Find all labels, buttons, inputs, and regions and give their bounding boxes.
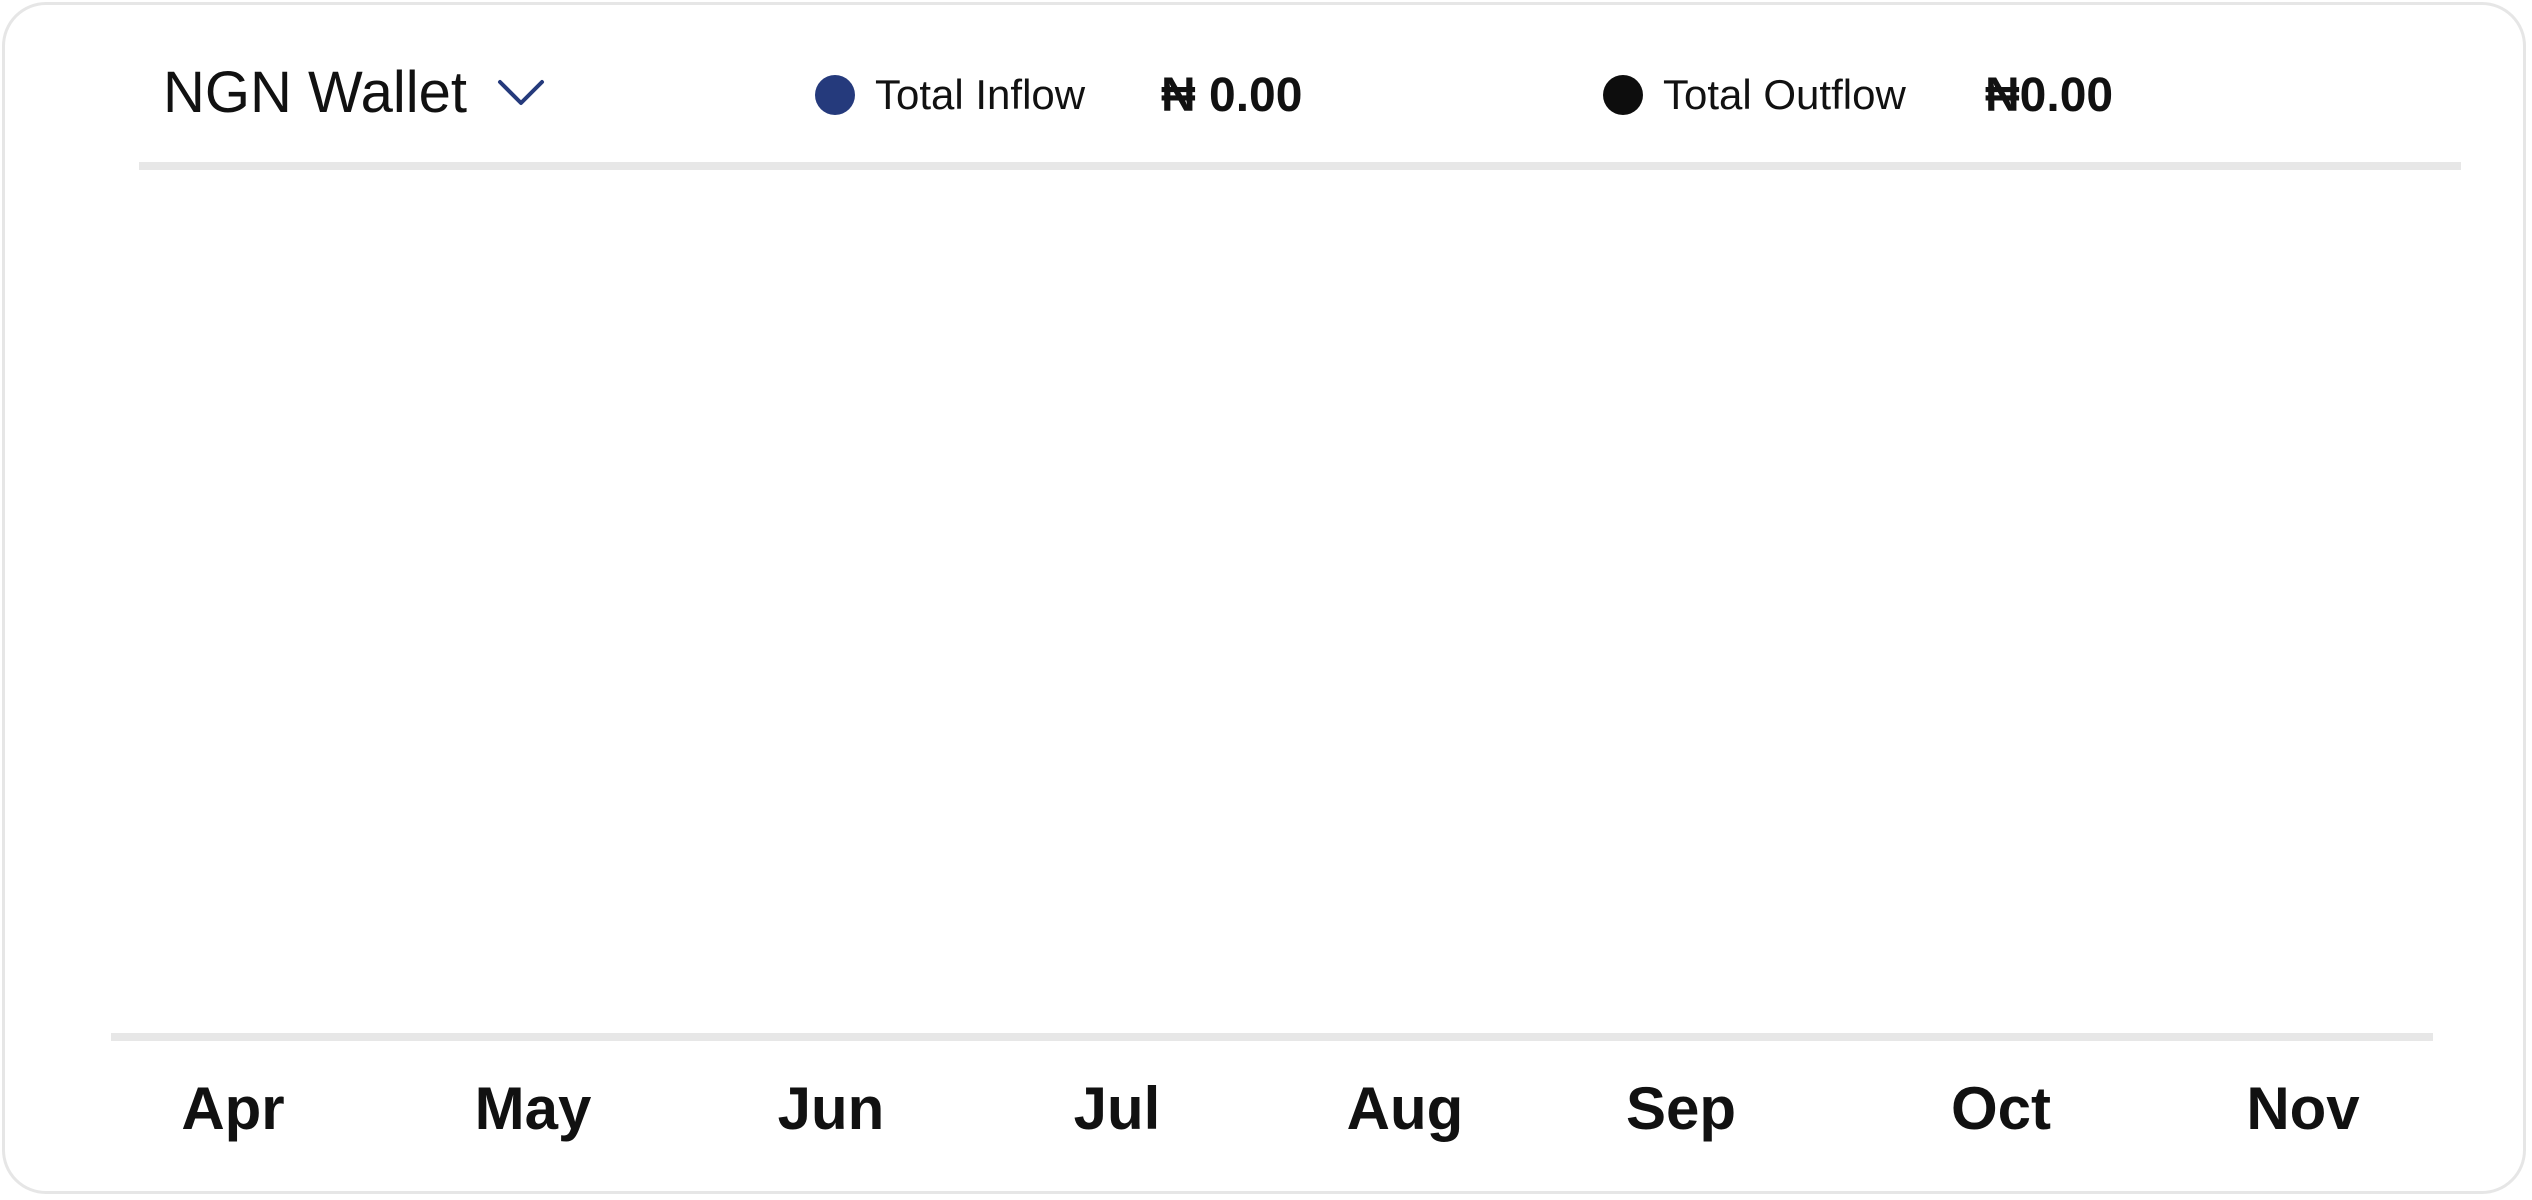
header-divider [139,162,2461,170]
inflow-dot-icon [815,75,855,115]
outflow-dot-icon [1603,75,1643,115]
x-tick-label-nov: Nov [2246,1075,2360,1142]
outflow-total-value: ₦0.00 [1985,68,2114,122]
wallet-selector-label: NGN Wallet [163,60,467,125]
x-axis-line [111,1033,2433,1041]
x-tick-label-jun: Jun [777,1075,885,1142]
inflow-total-value: ₦ 0.00 [1161,68,1303,122]
x-tick-label-oct: Oct [1950,1075,2052,1142]
x-tick-label-jul: Jul [1073,1075,1161,1142]
chart-plot-area [111,170,2433,1032]
legend-inflow: Total Inflow [815,67,1085,123]
chevron-down-icon[interactable] [497,78,545,108]
legend-outflow: Total Outflow [1603,67,1906,123]
x-tick-label-may: May [474,1075,592,1142]
wallet-selector[interactable]: NGN Wallet [163,57,545,129]
x-tick-label-aug: Aug [1346,1075,1464,1142]
inflow-label: Total Inflow [875,71,1086,118]
outflow-label: Total Outflow [1663,71,1906,118]
x-tick-label-sep: Sep [1625,1075,1737,1142]
chart-card: NGN Wallet Total Inflow ₦ 0.00 Total Out… [2,2,2526,1194]
x-tick-label-apr: Apr [181,1075,285,1142]
x-axis-labels: Apr May Jun Jul Aug Sep Oct Nov [5,1071,2532,1147]
